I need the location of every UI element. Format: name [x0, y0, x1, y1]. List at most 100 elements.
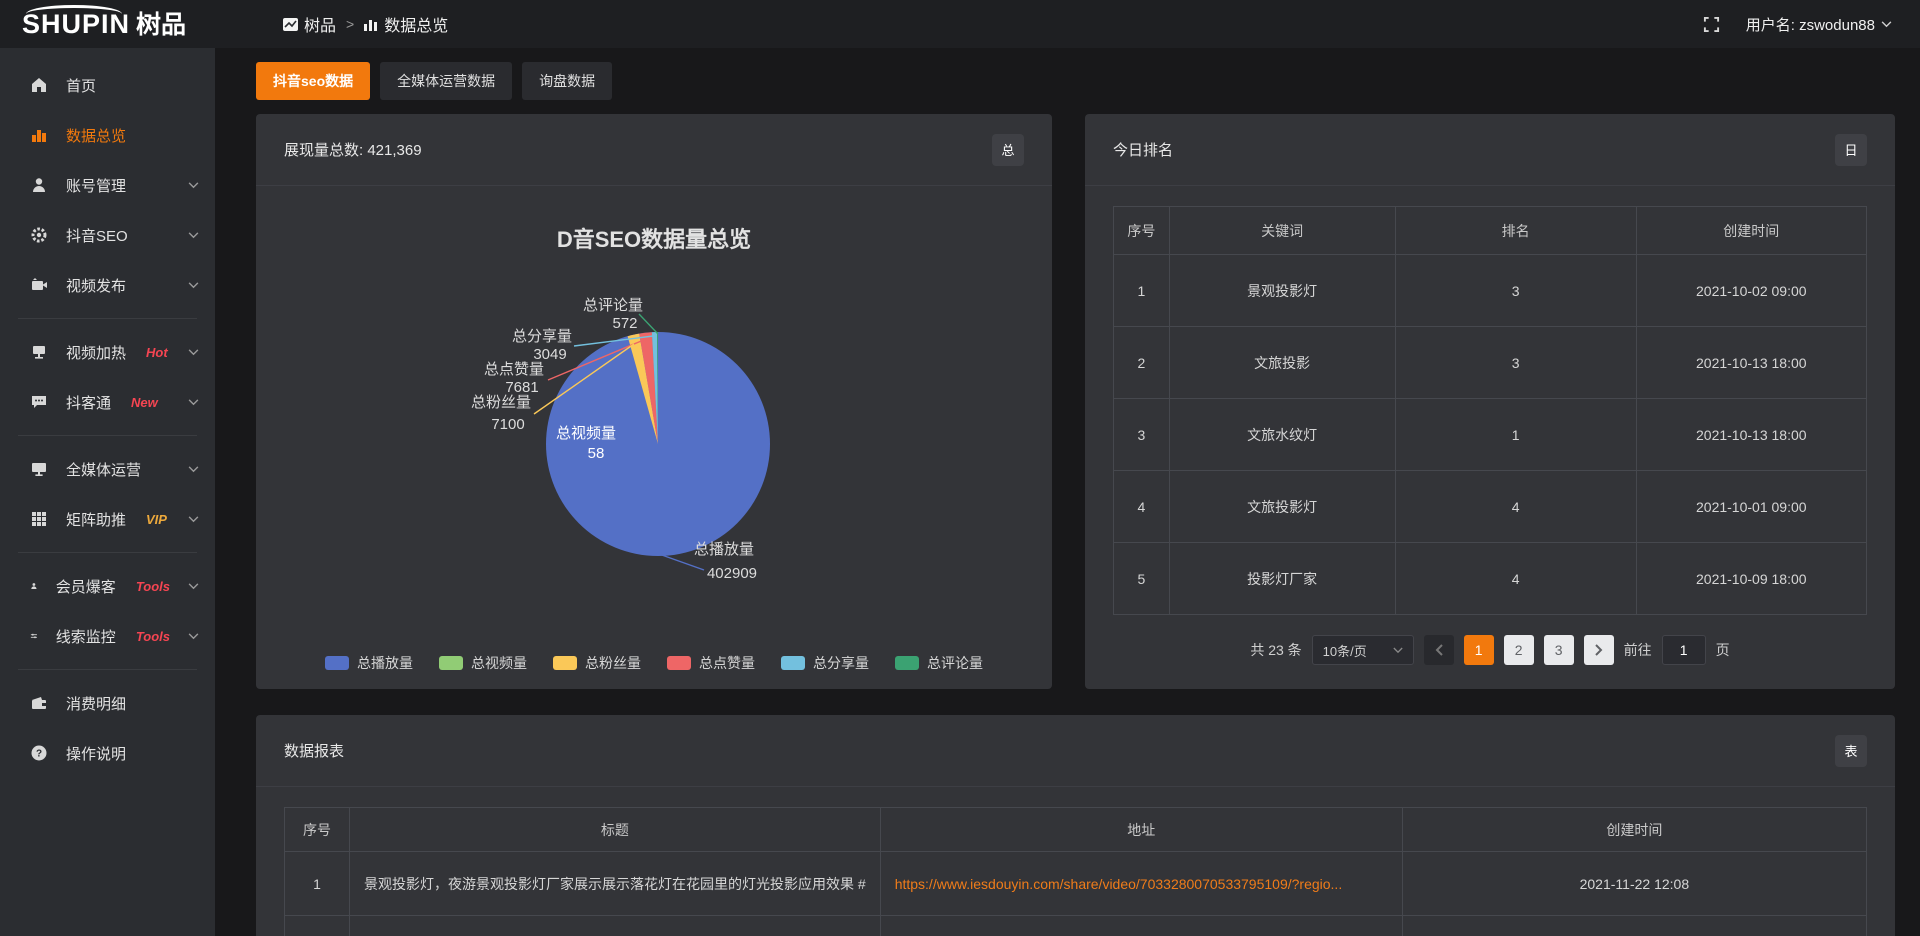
- legend-item-comments[interactable]: 总评论量: [895, 653, 983, 673]
- breadcrumb-item-home[interactable]: 树品: [283, 12, 336, 36]
- chevron-down-icon: [188, 182, 199, 189]
- pie-label-name: 总评论量: [583, 297, 643, 314]
- chevron-left-icon: [1435, 644, 1443, 656]
- cell-keyword: 投影灯厂家: [1169, 543, 1395, 615]
- video-link[interactable]: https://www.iesdouyin.com/share/video/70…: [895, 876, 1343, 892]
- sidebar-item-home[interactable]: 首页: [0, 60, 215, 110]
- table-row[interactable]: 3 文旅水纹灯 1 2021-10-13 18:00: [1114, 399, 1867, 471]
- chevron-down-icon: [188, 232, 199, 239]
- sidebar-item-label: 视频加热: [66, 342, 126, 363]
- sidebar-item-spend-detail[interactable]: 消费明细: [0, 678, 215, 728]
- sidebar-item-video-heat[interactable]: 视频加热 Hot: [0, 327, 215, 377]
- fullscreen-icon[interactable]: [1703, 16, 1720, 33]
- table-row[interactable]: 5 投影灯厂家 4 2021-10-09 18:00: [1114, 543, 1867, 615]
- chevron-down-icon: [188, 633, 199, 640]
- cell-keyword: 文旅投影灯: [1169, 471, 1395, 543]
- legend-swatch: [439, 656, 463, 670]
- cell-keyword: 景观投影灯: [1169, 255, 1395, 327]
- legend-label: 总点赞量: [699, 653, 755, 673]
- grid-icon: [30, 510, 48, 528]
- sidebar-item-account[interactable]: 账号管理: [0, 160, 215, 210]
- total-badge-button[interactable]: 总: [992, 134, 1024, 166]
- logo[interactable]: SHUPIN 树品: [0, 11, 215, 38]
- table-row[interactable]: 1 景观投影灯 3 2021-10-02 09:00: [1114, 255, 1867, 327]
- table-row[interactable]: 1 景观投影灯，夜游景观投影灯厂家展示展示落花灯在花园里的灯光投影应用效果 # …: [285, 852, 1867, 916]
- cell-rank: 4: [1395, 543, 1636, 615]
- wallet-icon: [30, 694, 48, 712]
- sidebar-item-label: 抖音SEO: [66, 225, 128, 246]
- report-table: 序号 标题 地址 创建时间 1 景观投影灯，夜游景观投影灯厂家展示展示落花灯在花…: [284, 807, 1867, 936]
- page-button-1[interactable]: 1: [1464, 635, 1494, 665]
- cell-rank: 4: [1395, 471, 1636, 543]
- sidebar-item-label: 会员爆客: [56, 576, 116, 597]
- cell-keyword: 文旅水纹灯: [1169, 399, 1395, 471]
- chevron-down-icon: [1393, 647, 1403, 654]
- pie-label-value: 58: [588, 445, 605, 462]
- next-page-button[interactable]: [1584, 635, 1614, 665]
- legend-label: 总评论量: [927, 653, 983, 673]
- data-report-panel: 数据报表 表 序号 标题 地址 创建时间 1: [256, 715, 1895, 936]
- tab-omni-media-data[interactable]: 全媒体运营数据: [380, 62, 512, 100]
- today-ranking-panel: 今日排名 日 序号 关键词 排名 创建时间: [1085, 114, 1895, 689]
- sidebar-item-video-publish[interactable]: 视频发布: [0, 260, 215, 310]
- svg-text:?: ?: [36, 749, 42, 760]
- pie-label-value: 572: [612, 315, 637, 332]
- legend-item-video[interactable]: 总视频量: [439, 653, 527, 673]
- breadcrumb: 树品 > 数据总览: [283, 12, 448, 36]
- cell-keyword: 文旅投影: [1169, 327, 1395, 399]
- sidebar-divider: [18, 552, 197, 553]
- column-header: 序号: [1114, 207, 1170, 255]
- goto-page-input[interactable]: [1662, 635, 1706, 665]
- user-icon: [30, 176, 48, 194]
- vip-badge: VIP: [146, 512, 167, 527]
- sidebar-item-member-burst[interactable]: 会员爆客 Tools: [0, 561, 215, 611]
- goto-label: 前往: [1624, 640, 1652, 660]
- prev-page-button[interactable]: [1424, 635, 1454, 665]
- sidebar-item-omni-media[interactable]: 全媒体运营: [0, 444, 215, 494]
- user-menu[interactable]: 用户名: zswodun88: [1746, 14, 1892, 35]
- pie-chart-canvas: 总评论量 572 总分享量 3049 总点赞量 7681 总粉丝量 7100 总…: [256, 186, 1052, 689]
- cell-rank: 3: [1395, 327, 1636, 399]
- column-header: 关键词: [1169, 207, 1395, 255]
- table-row[interactable]: 2 文旅投影 3 2021-10-13 18:00: [1114, 327, 1867, 399]
- legend-item-likes[interactable]: 总点赞量: [667, 653, 755, 673]
- bar-chart-icon: [364, 18, 378, 31]
- tab-inquiry-data[interactable]: 询盘数据: [522, 62, 612, 100]
- sidebar-item-douketong[interactable]: 抖客通 New: [0, 377, 215, 427]
- table-row-partial: [285, 916, 1867, 936]
- cell-created: 2021-10-13 18:00: [1636, 327, 1866, 399]
- cell-created: 2021-11-22 12:08: [1402, 852, 1866, 916]
- column-header: 排名: [1395, 207, 1636, 255]
- tab-douyin-seo-data[interactable]: 抖音seo数据: [256, 62, 370, 100]
- legend-swatch: [895, 656, 919, 670]
- legend-swatch: [667, 656, 691, 670]
- person-icon: [30, 577, 38, 595]
- pie-chart: D音SEO数据量总览: [256, 186, 1052, 689]
- column-header: 创建时间: [1636, 207, 1866, 255]
- table-badge-button[interactable]: 表: [1835, 735, 1867, 767]
- cell-created: 2021-10-02 09:00: [1636, 255, 1866, 327]
- sidebar-item-help[interactable]: ? 操作说明: [0, 728, 215, 778]
- new-badge: New: [131, 395, 158, 410]
- chat-icon: [30, 393, 48, 411]
- cell-url: https://www.iesdouyin.com/share/video/70…: [880, 852, 1402, 916]
- chart-title: D音SEO数据量总览: [256, 222, 1052, 254]
- legend-item-play[interactable]: 总播放量: [325, 653, 413, 673]
- sidebar-item-matrix-boost[interactable]: 矩阵助推 VIP: [0, 494, 215, 544]
- cell-index: 3: [1114, 399, 1170, 471]
- table-header-row: 序号 关键词 排名 创建时间: [1114, 207, 1867, 255]
- page-size-select[interactable]: 10条/页: [1312, 635, 1414, 665]
- day-badge-button[interactable]: 日: [1835, 134, 1867, 166]
- sidebar-item-douyin-seo[interactable]: 抖音SEO: [0, 210, 215, 260]
- breadcrumb-item-current[interactable]: 数据总览: [364, 12, 448, 36]
- legend-item-fans[interactable]: 总粉丝量: [553, 653, 641, 673]
- page-button-3[interactable]: 3: [1544, 635, 1574, 665]
- sidebar-item-lead-monitor[interactable]: 线索监控 Tools: [0, 611, 215, 661]
- cell-rank: 3: [1395, 255, 1636, 327]
- page-button-2[interactable]: 2: [1504, 635, 1534, 665]
- legend-item-shares[interactable]: 总分享量: [781, 653, 869, 673]
- chevron-down-icon: [188, 349, 199, 356]
- sidebar-item-data-overview[interactable]: 数据总览: [0, 110, 215, 160]
- chevron-right-icon: [1595, 644, 1603, 656]
- table-row[interactable]: 4 文旅投影灯 4 2021-10-01 09:00: [1114, 471, 1867, 543]
